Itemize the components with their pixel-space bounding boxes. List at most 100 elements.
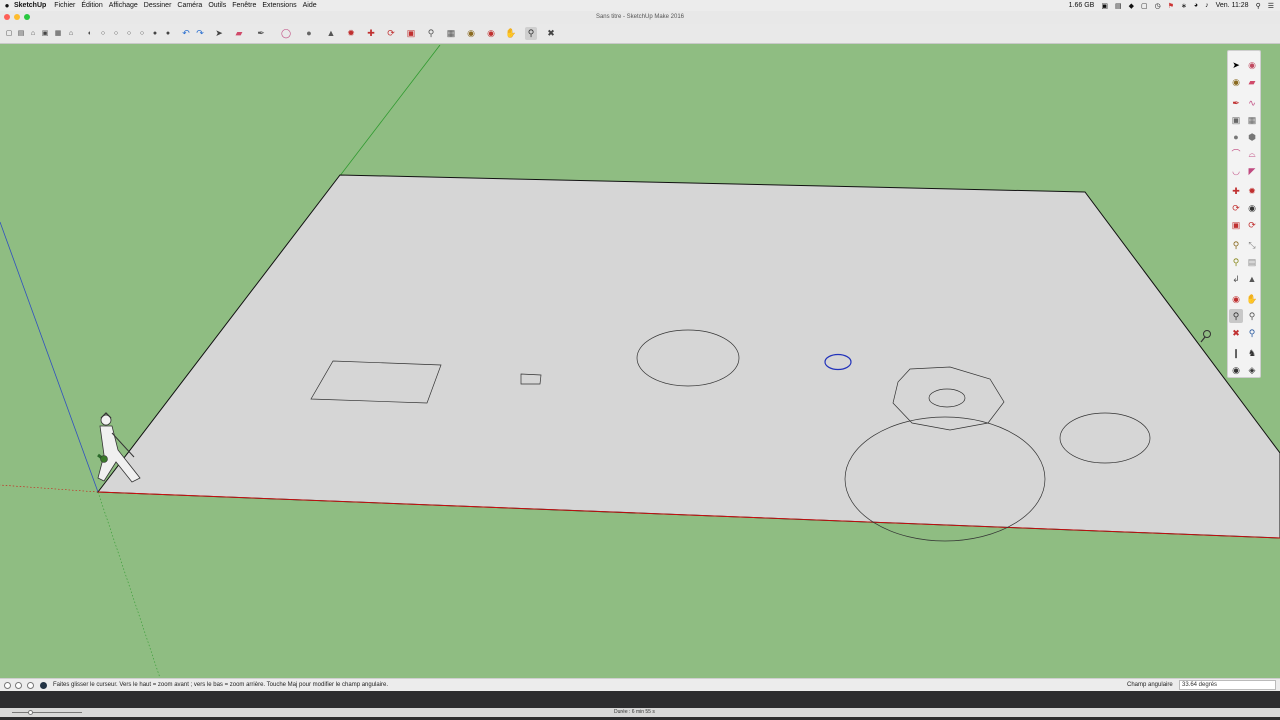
zoom-window-button[interactable] [24, 14, 30, 20]
wifi-status-icon[interactable]: ◕ [1194, 2, 1198, 9]
shaded-style-icon[interactable]: ○ [125, 27, 133, 40]
menu-fichier[interactable]: Fichier [54, 0, 81, 11]
paint-bucket-icon[interactable]: ◉ [1229, 75, 1243, 89]
textured-style-icon[interactable]: ○ [138, 27, 146, 40]
save-icon[interactable]: ⌂ [29, 27, 37, 40]
dimension-icon[interactable]: ▦ [445, 27, 457, 40]
zoom-extents-icon[interactable]: ✖ [545, 27, 557, 40]
menu-affichage[interactable]: Affichage [109, 0, 144, 11]
zoom-icon[interactable]: ⚲ [1229, 309, 1243, 323]
bluetooth-status-icon[interactable]: ∗ [1181, 2, 1187, 10]
section-plane-icon[interactable]: ◈ [1245, 363, 1259, 377]
warehouse-icon[interactable]: ▦ [54, 27, 62, 40]
credits-icon[interactable] [15, 682, 22, 689]
zoom-icon[interactable]: ⚲ [525, 27, 537, 40]
clock[interactable]: Ven. 11:28 [1216, 2, 1249, 9]
clipboard-status-icon[interactable]: ▤ [1115, 2, 1122, 10]
select-icon[interactable]: ➤ [213, 27, 225, 40]
polygon-icon[interactable]: ⬢ [1245, 130, 1259, 144]
menu-edition[interactable]: Édition [81, 0, 108, 11]
display-status-icon[interactable]: ▢ [1141, 2, 1148, 10]
pushpull-icon[interactable]: ✹ [1245, 184, 1259, 198]
freehand-icon[interactable]: ∿ [1245, 96, 1259, 110]
line-icon[interactable]: ✒ [1229, 96, 1243, 110]
tape-measure-icon[interactable]: ⚲ [1229, 238, 1243, 252]
wireframe-style-icon[interactable]: ○ [99, 27, 107, 40]
tape-measure-icon[interactable]: ⚲ [425, 27, 437, 40]
monochrome-style-icon[interactable]: ● [151, 27, 159, 40]
walk-icon[interactable]: ♞ [1245, 346, 1259, 360]
arc-icon[interactable]: ◯ [280, 27, 292, 40]
previous-view-icon[interactable]: ⚲ [1245, 326, 1259, 340]
orbit-icon[interactable]: ◉ [1229, 292, 1243, 306]
eraser-icon[interactable]: ▰ [233, 27, 245, 40]
menu-aide[interactable]: Aide [303, 0, 323, 11]
pie-icon[interactable]: ◤ [1245, 164, 1259, 178]
orbit-icon[interactable]: ◉ [485, 27, 497, 40]
dropbox-status-icon[interactable]: ◆ [1129, 2, 1134, 10]
move-icon[interactable]: ✚ [365, 27, 377, 40]
minimize-window-button[interactable] [14, 14, 20, 20]
two-point-arc-icon[interactable]: ⌓ [1245, 147, 1259, 161]
apple-menu-icon[interactable]: ● [0, 0, 14, 11]
circle-icon[interactable]: ● [1229, 130, 1243, 144]
app-menu[interactable]: SketchUp [14, 0, 54, 11]
memory-indicator[interactable]: 1.66 GB [1069, 2, 1095, 9]
home-icon[interactable]: ▣ [41, 27, 49, 40]
pan-icon[interactable]: ✋ [505, 27, 517, 40]
protractor-icon[interactable]: ⚲ [1229, 255, 1243, 269]
redo-icon[interactable]: ↷ [194, 27, 206, 40]
model-viewport[interactable] [0, 45, 1280, 678]
zoom-extents-icon[interactable]: ✖ [1229, 326, 1243, 340]
line-icon[interactable]: ✒ [255, 27, 267, 40]
rotate-icon[interactable]: ⟳ [385, 27, 397, 40]
timemachine-status-icon[interactable]: ◷ [1155, 2, 1161, 10]
rectangle-icon[interactable]: ▣ [1229, 113, 1243, 127]
measurements-box[interactable]: 33.64 degrés [1179, 680, 1276, 690]
offset-icon[interactable]: ⟳ [1245, 218, 1259, 232]
scale-icon[interactable]: ▣ [405, 27, 417, 40]
xray-style-icon[interactable]: ◐ [86, 27, 94, 40]
select-icon[interactable]: ➤ [1229, 58, 1243, 72]
pushpull-icon[interactable]: ▲ [325, 27, 337, 40]
ground-plane[interactable] [97, 174, 1280, 539]
rotated-rectangle-icon[interactable]: ▦ [1245, 113, 1259, 127]
scale-icon[interactable]: ▣ [1229, 218, 1243, 232]
geolocation-icon[interactable] [4, 682, 11, 689]
hidden-line-style-icon[interactable]: ○ [112, 27, 120, 40]
scene-canvas[interactable] [0, 45, 1280, 678]
close-window-button[interactable] [4, 14, 10, 20]
menu-outils[interactable]: Outils [208, 0, 232, 11]
input-flag-icon[interactable]: ⚑ [1168, 2, 1174, 10]
menu-dessiner[interactable]: Dessiner [144, 0, 178, 11]
followme-icon[interactable]: ◉ [1245, 201, 1259, 215]
arc-icon[interactable]: ⌒ [1229, 147, 1243, 161]
text-icon[interactable]: ▤ [1245, 255, 1259, 269]
spotlight-search-icon[interactable]: ⚲ [1256, 2, 1261, 10]
menu-camera[interactable]: Caméra [177, 0, 208, 11]
shape-icon[interactable]: ● [303, 27, 315, 40]
rotate-icon[interactable]: ⟳ [1229, 201, 1243, 215]
menu-extensions[interactable]: Extensions [262, 0, 302, 11]
volume-slider-track[interactable] [12, 712, 82, 713]
eraser-icon[interactable]: ▰ [1245, 75, 1259, 89]
paint-bucket-icon[interactable]: ◉ [465, 27, 477, 40]
look-around-icon[interactable]: ◉ [1229, 363, 1243, 377]
extension-warehouse-icon[interactable]: ⌂ [67, 27, 75, 40]
instructor-icon[interactable] [40, 682, 47, 689]
menu-fenetre[interactable]: Fenêtre [232, 0, 262, 11]
axes-icon[interactable]: ↲ [1229, 272, 1243, 286]
make-component-icon[interactable]: ◉ [1245, 58, 1259, 72]
followme-icon[interactable]: ✹ [345, 27, 357, 40]
pan-icon[interactable]: ✋ [1245, 292, 1259, 306]
new-icon[interactable]: ▢ [5, 27, 13, 40]
open-icon[interactable]: ▤ [17, 27, 25, 40]
volume-status-icon[interactable]: ♪ [1205, 2, 1209, 9]
face-style-icon[interactable]: ● [164, 27, 172, 40]
three-point-arc-icon[interactable]: ◡ [1229, 164, 1243, 178]
undo-icon[interactable]: ↶ [180, 27, 192, 40]
user-account-icon[interactable] [27, 682, 34, 689]
move-icon[interactable]: ✚ [1229, 184, 1243, 198]
3d-text-icon[interactable]: ▲ [1245, 272, 1259, 286]
dimension-icon[interactable]: ⤡ [1245, 238, 1259, 252]
